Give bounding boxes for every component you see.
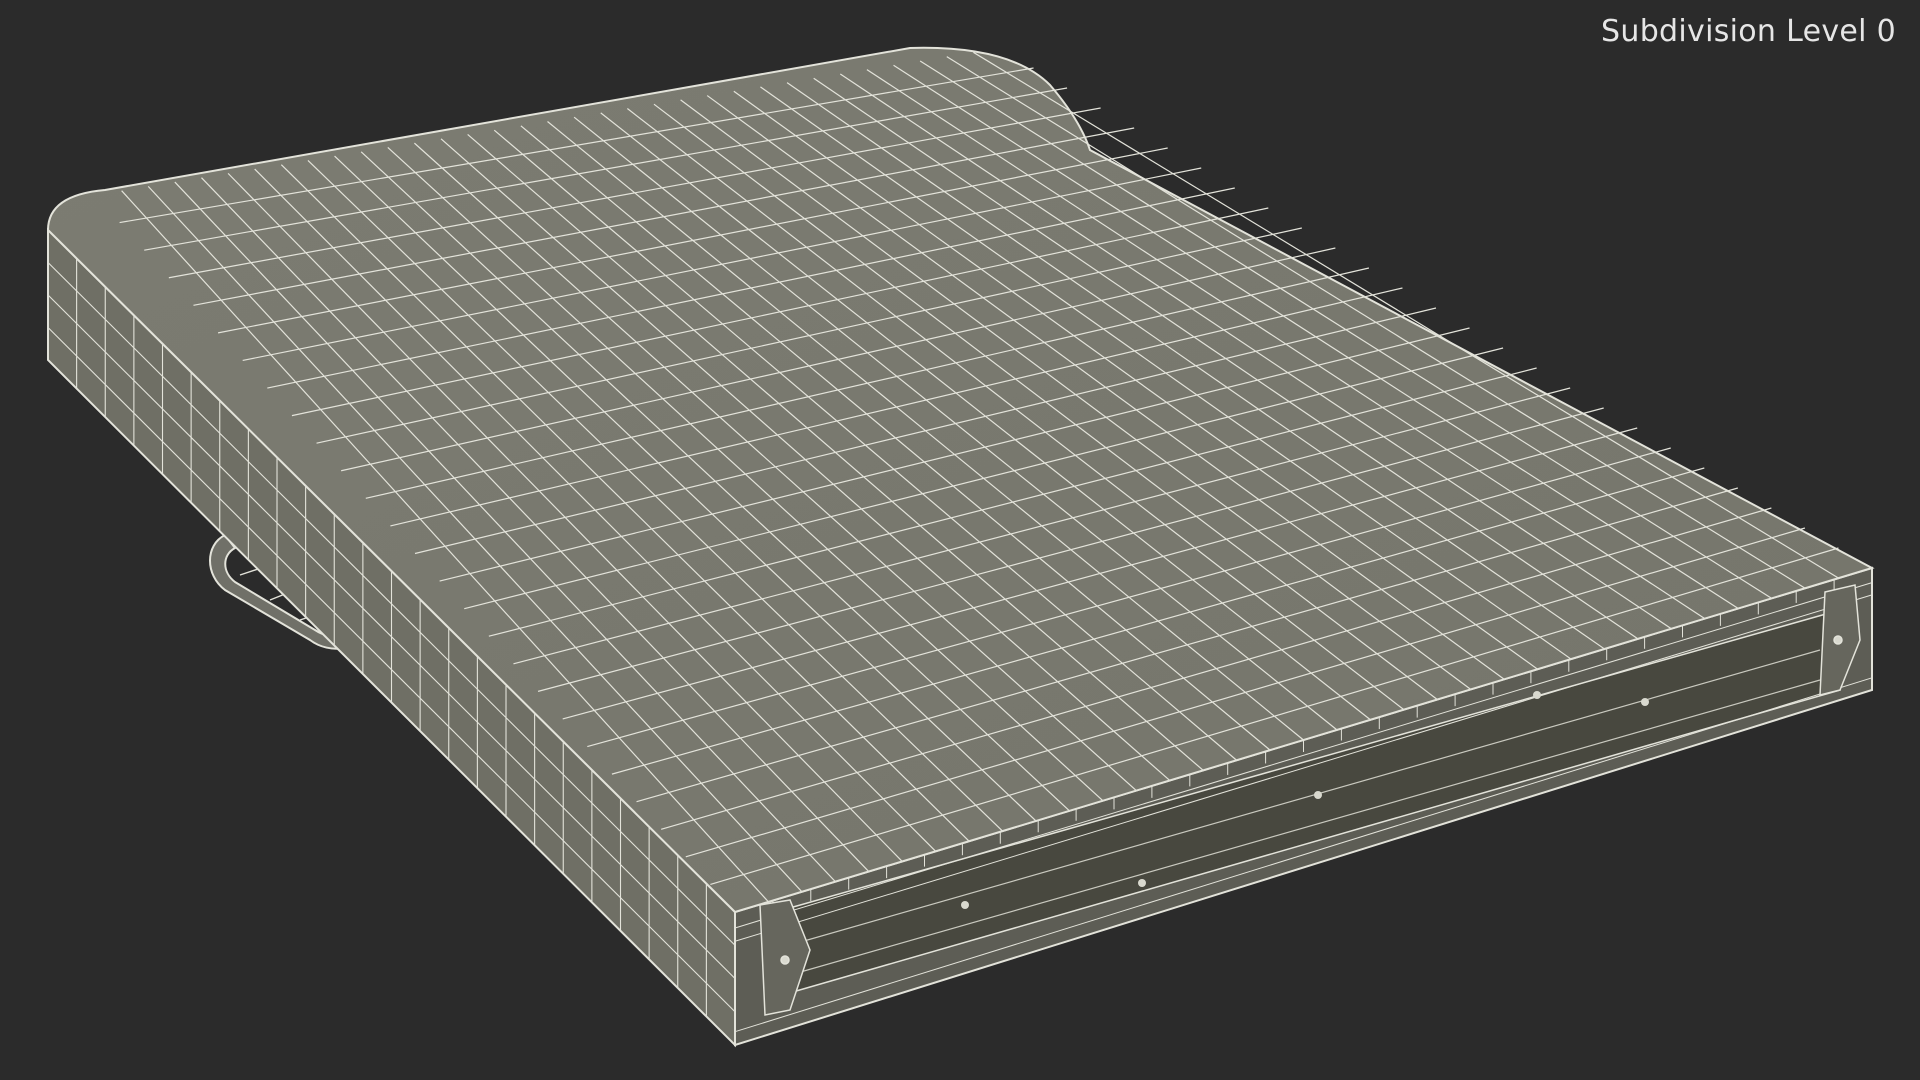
wireframe-model (46, 46, 1875, 1048)
render-viewport: Subdivision Level 0 (0, 0, 1920, 1080)
